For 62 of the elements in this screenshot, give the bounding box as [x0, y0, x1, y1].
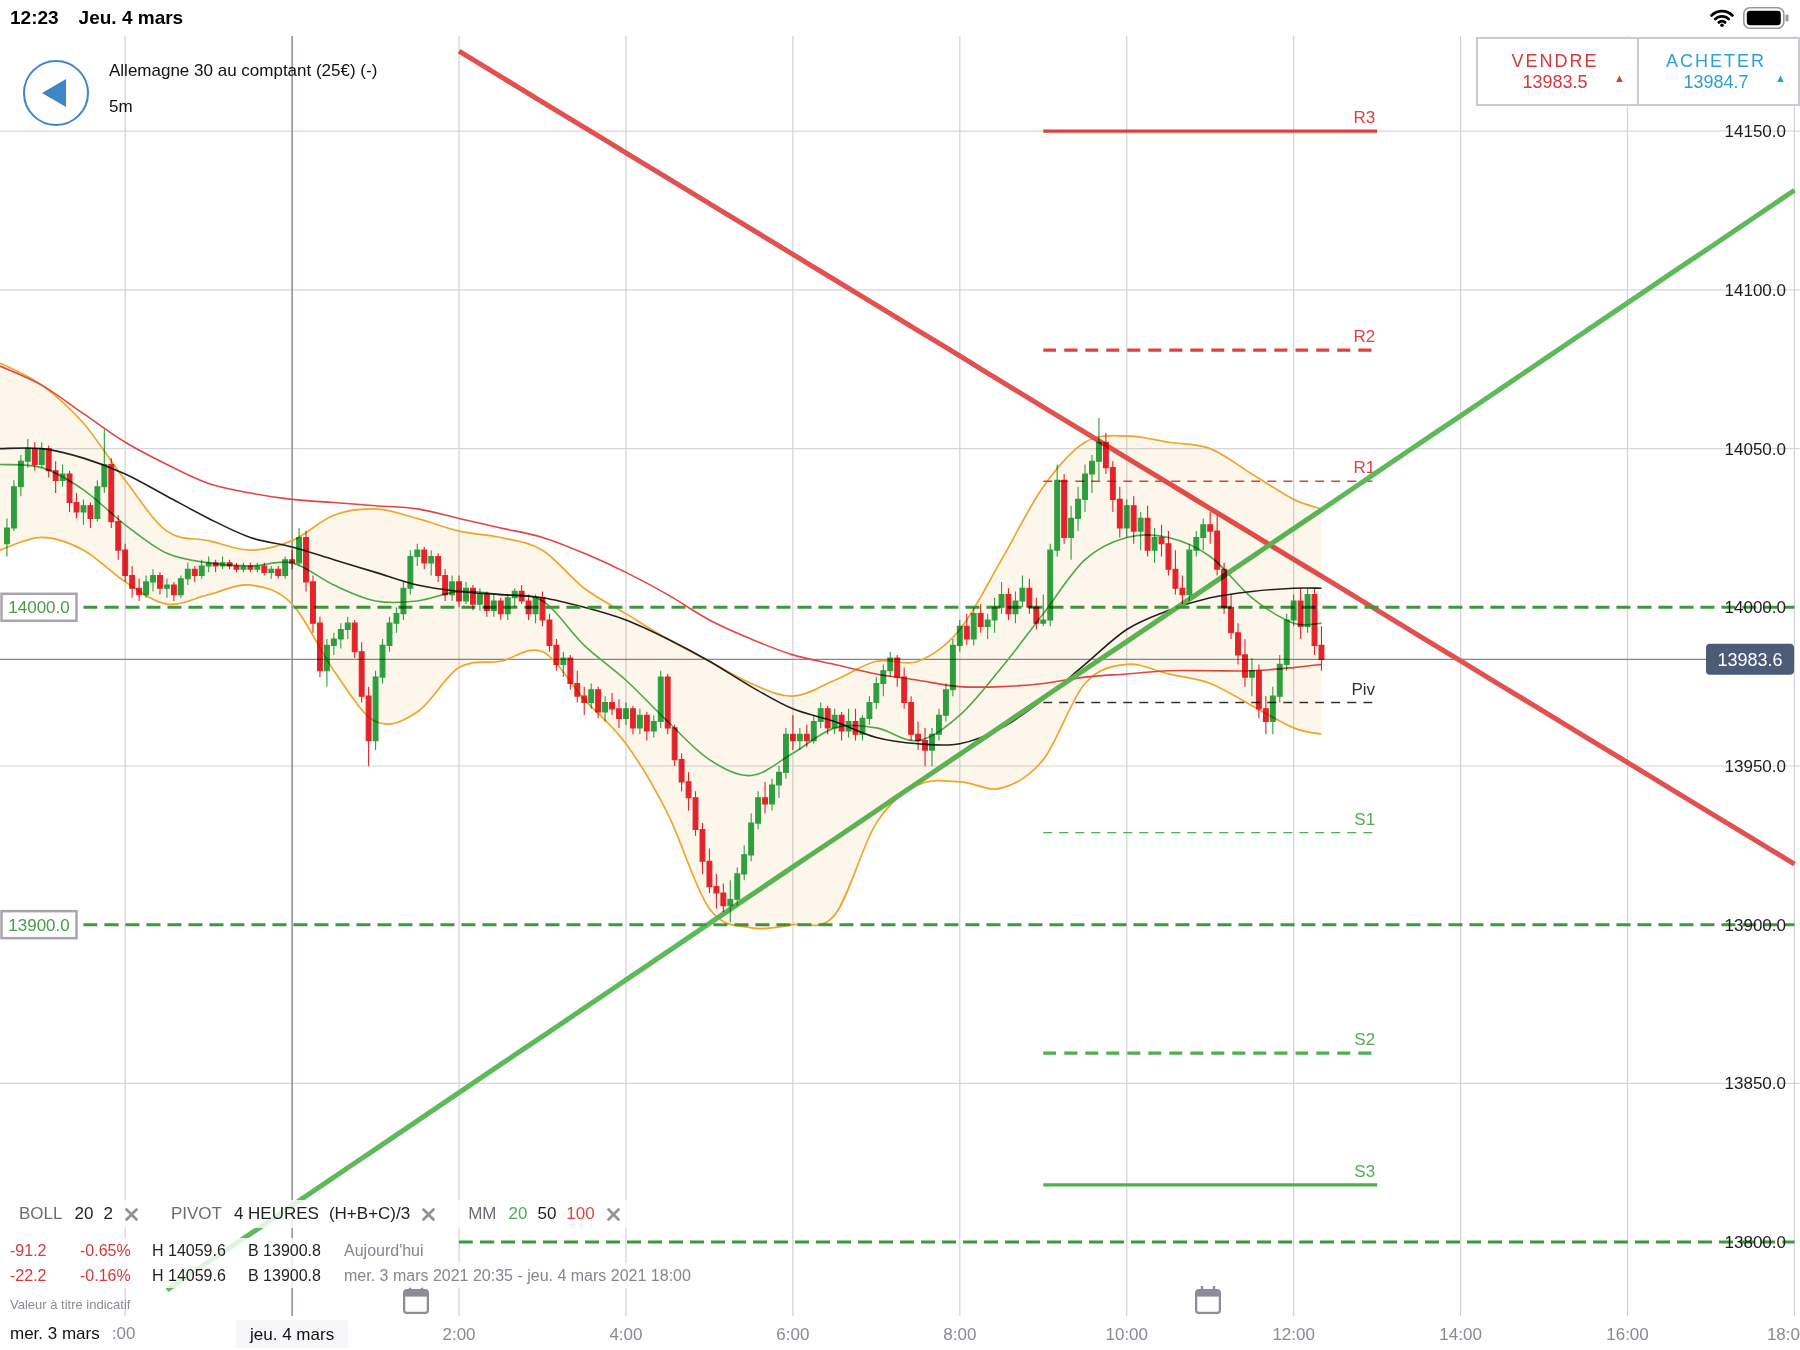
pivot-label: S2 [1354, 1030, 1376, 1050]
period-text: mer. 3 mars 2021 20:35 - jeu. 4 mars 2021 18:00 [344, 1265, 691, 1286]
indicator-parameter: 100 [566, 1203, 595, 1226]
indicator-parameter: (H+B+C)/3 [328, 1203, 411, 1226]
axis-label: jeu. 4 mars [250, 1325, 335, 1344]
axis-label: 18:0 [1766, 1325, 1800, 1344]
axis-label: 6:00 [776, 1325, 810, 1344]
price-level-label: 14000.0 [0, 592, 78, 623]
instrument-name: Allemagne 30 au comptant (25€) (-) [109, 60, 378, 82]
timeframe-label: 5m [109, 96, 134, 118]
low-value: B 13900.8 [248, 1240, 322, 1261]
indicator-parameter: 50 [537, 1203, 557, 1226]
close-icon[interactable] [606, 1207, 620, 1221]
indicator-name: MM [468, 1203, 497, 1226]
indicator-parameter: 4 HEURES [233, 1203, 319, 1226]
wifi-icon [1710, 9, 1734, 27]
axis-label: :00 [111, 1323, 136, 1345]
indicator-parameter: 2 [103, 1203, 113, 1226]
pivot-label: Piv [1351, 679, 1376, 699]
series-label: 14000.0 [8, 598, 70, 618]
pivot-label: S3 [1354, 1161, 1376, 1181]
close-icon[interactable] [124, 1207, 138, 1221]
axis-label: 10:00 [1105, 1325, 1148, 1344]
pivot-label: R3 [1353, 108, 1376, 128]
change-percent: -0.65% [80, 1240, 132, 1261]
change-percent: -0.16% [80, 1265, 132, 1286]
disclaimer-text: Valeur à titre indicatif [9, 1296, 131, 1314]
period-text: Aujourd'hui [344, 1240, 424, 1261]
calendar-icon[interactable] [1195, 1286, 1221, 1314]
axis-label: 13950.0 [1724, 757, 1786, 776]
indicator-name: PIVOT [170, 1203, 222, 1226]
change-value: -22.2 [10, 1265, 48, 1286]
y-tick-label: 13983.6 [1717, 649, 1783, 670]
indicator-parameter: 20 [74, 1203, 94, 1226]
axis-label: 12:00 [1272, 1325, 1315, 1344]
axis-label: 14:00 [1439, 1325, 1482, 1344]
status-time: 12:23 [10, 5, 59, 30]
axis-label: 14050.0 [1724, 439, 1786, 459]
status-date: Jeu. 4 mars [78, 5, 184, 30]
calendar-icon[interactable] [403, 1286, 429, 1314]
axis-label: 2:00 [442, 1325, 476, 1344]
axis-label: 14100.0 [1724, 280, 1786, 300]
high-value: H 14059.6 [152, 1240, 227, 1261]
pivot-label: R2 [1353, 327, 1376, 347]
low-value: B 13900.8 [248, 1265, 322, 1286]
back-icon [42, 79, 66, 107]
price-level-label: 13900.0 [0, 909, 78, 940]
price-tag: 13983.6 [1706, 643, 1794, 675]
axis-label: 16:00 [1606, 1325, 1649, 1344]
axis-label: 8:00 [943, 1325, 977, 1344]
axis-label: 13850.0 [1724, 1074, 1786, 1094]
axis-label: 14150.0 [1724, 122, 1786, 142]
high-value: H 14059.6 [152, 1265, 227, 1286]
indicator-name: BOLL [19, 1203, 63, 1226]
series-label: 13900.0 [8, 915, 70, 935]
close-icon[interactable] [422, 1207, 436, 1221]
battery-icon [1743, 7, 1789, 29]
pivot-label: R1 [1353, 458, 1376, 478]
axis-label: 4:00 [609, 1325, 643, 1344]
change-value: -91.2 [10, 1240, 48, 1261]
indicator-parameter: 20 [508, 1203, 528, 1226]
pivot-label: S1 [1354, 809, 1376, 829]
